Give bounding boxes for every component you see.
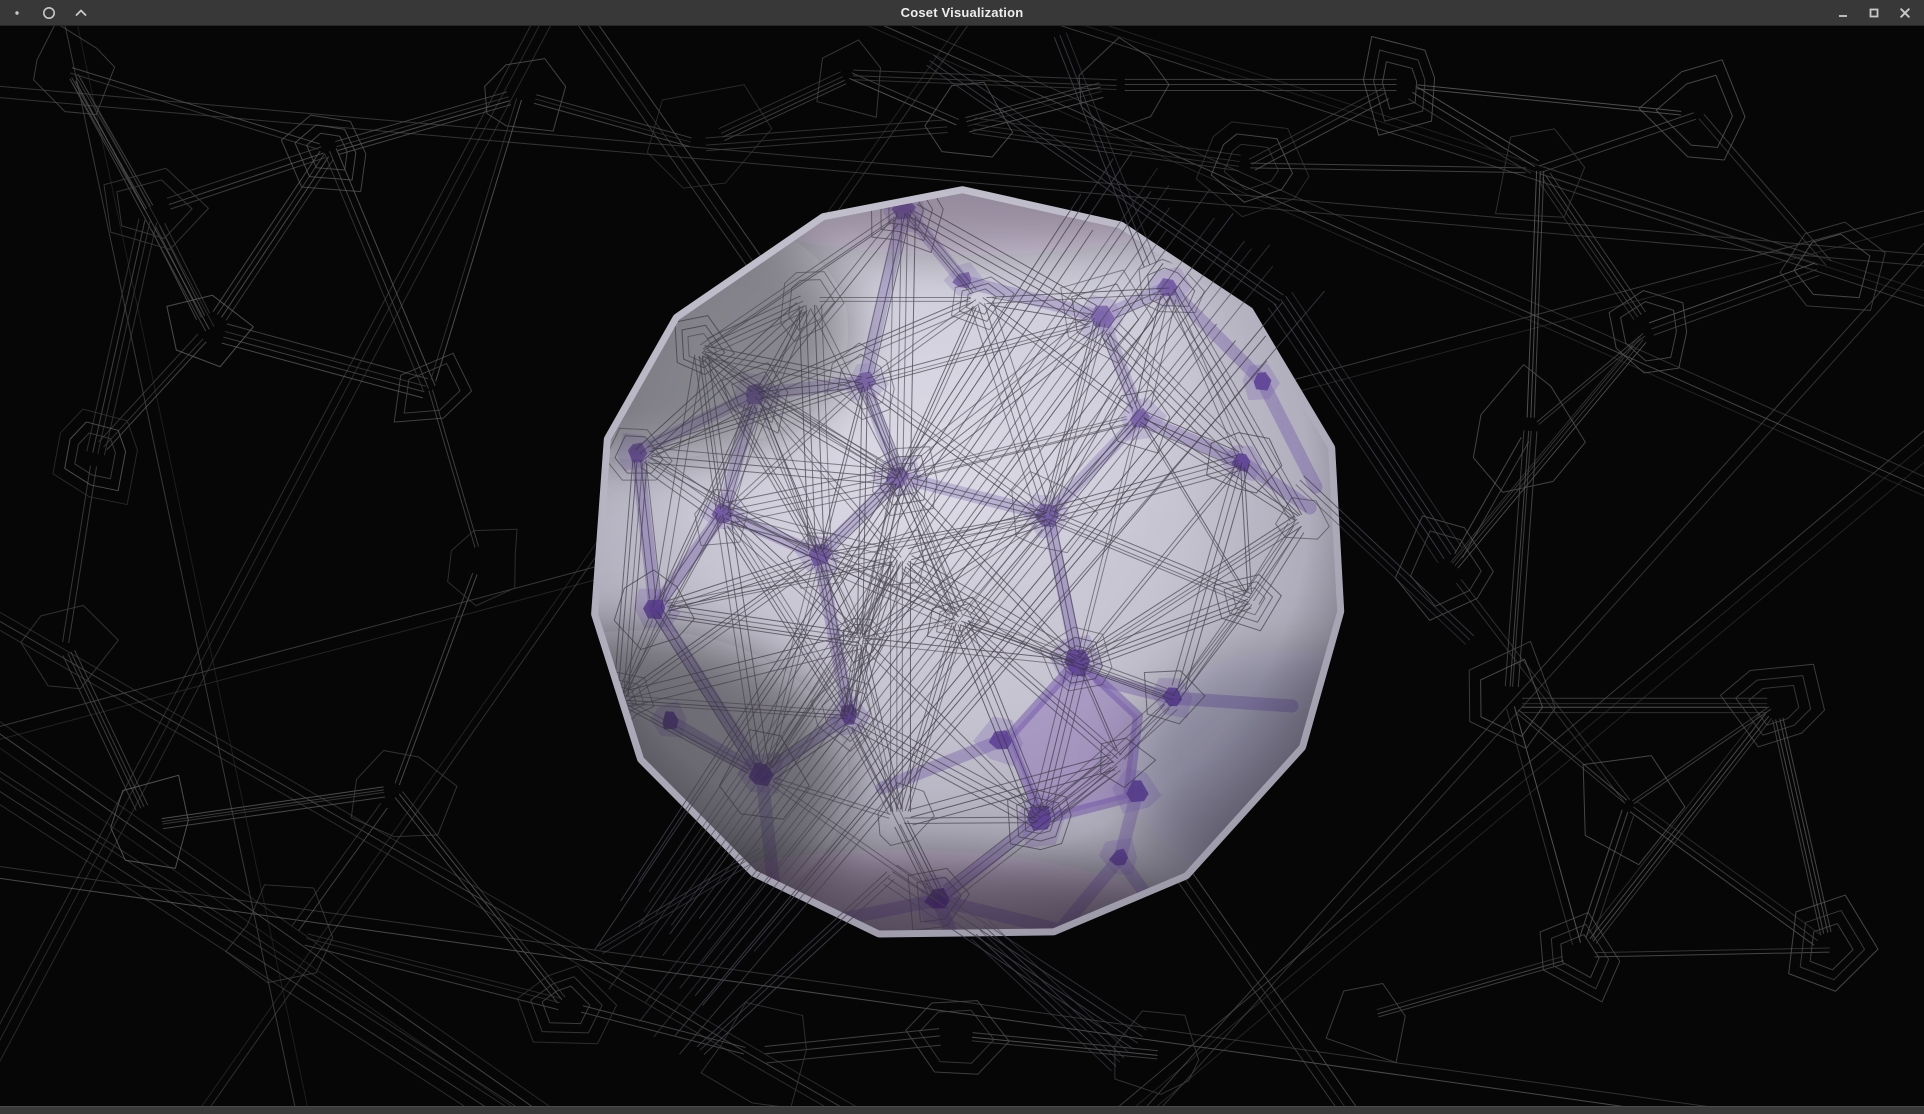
expand-button[interactable] bbox=[73, 5, 89, 21]
close-icon bbox=[1897, 5, 1913, 21]
circle-icon bbox=[41, 5, 57, 21]
titlebar-right-controls bbox=[1835, 0, 1913, 26]
bottom-window-edge bbox=[0, 1106, 1924, 1114]
viewport-canvas[interactable] bbox=[0, 26, 1924, 1106]
close-button[interactable] bbox=[1897, 5, 1913, 21]
titlebar[interactable]: Coset Visualization bbox=[0, 0, 1924, 26]
maximize-icon bbox=[1866, 5, 1882, 21]
window-title: Coset Visualization bbox=[0, 0, 1924, 26]
titlebar-left-controls bbox=[9, 0, 89, 26]
record-button[interactable] bbox=[41, 5, 57, 21]
app-indicator-dot-icon bbox=[9, 5, 25, 21]
minimize-button[interactable] bbox=[1835, 5, 1851, 21]
minimize-icon bbox=[1835, 5, 1851, 21]
app-window: { "window": { "title": "Coset Visualizat… bbox=[0, 0, 1924, 1114]
chevron-up-icon bbox=[73, 5, 89, 21]
maximize-button[interactable] bbox=[1866, 5, 1882, 21]
